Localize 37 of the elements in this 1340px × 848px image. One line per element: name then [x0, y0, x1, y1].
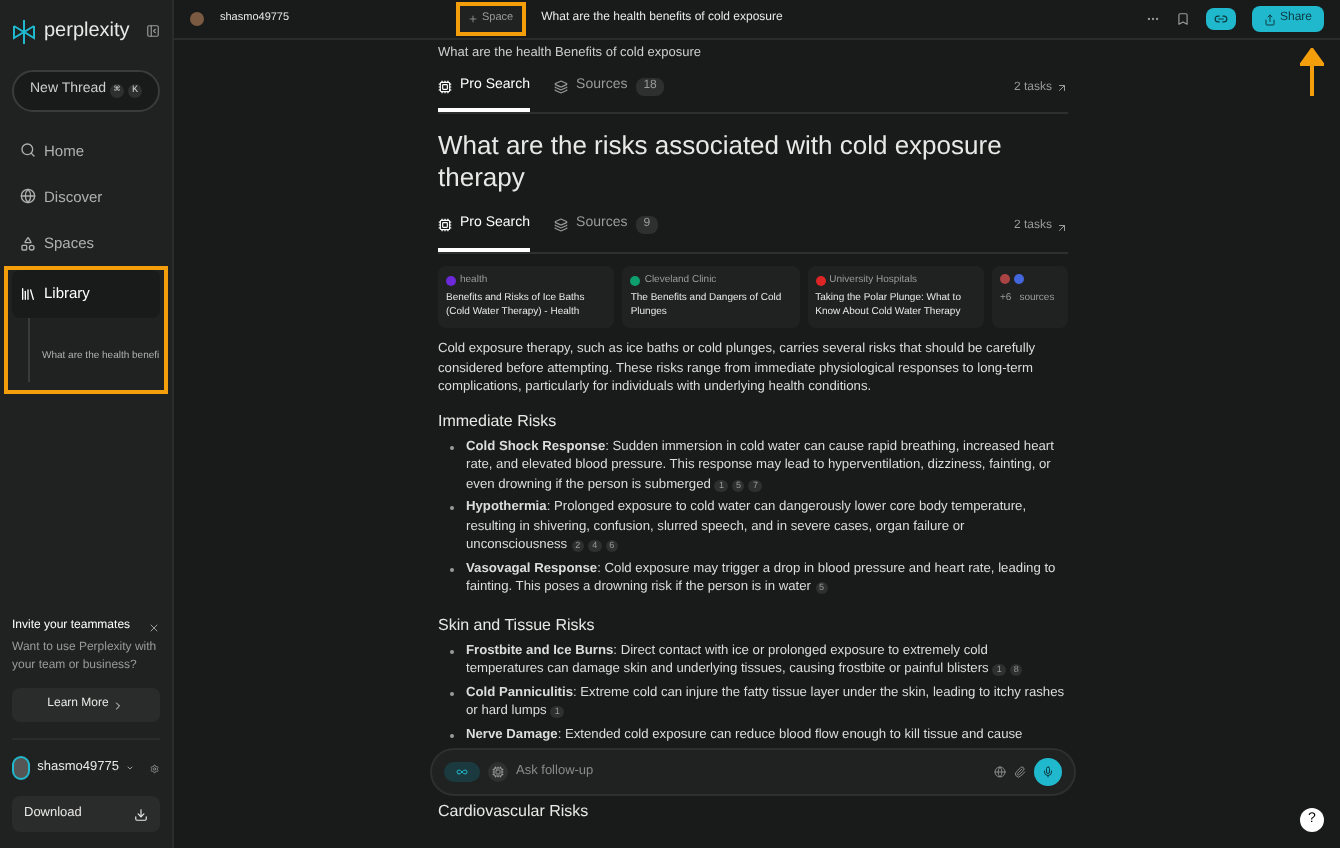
chevron-icon: [112, 699, 125, 712]
nav-icon: [20, 142, 36, 159]
section-heading: Skin and Tissue Risks: [438, 613, 597, 638]
logo-icon: [12, 19, 36, 43]
download-icon: [134, 807, 148, 822]
settings-icon[interactable]: [150, 761, 160, 776]
mode-button[interactable]: [444, 762, 480, 783]
layers-icon: [554, 79, 569, 93]
collapse-icon[interactable]: [146, 24, 160, 38]
close-icon[interactable]: [148, 621, 160, 634]
model-button[interactable]: [488, 762, 508, 783]
bookmark-icon[interactable]: [1175, 12, 1190, 26]
nav-icon: [20, 235, 36, 252]
chip-icon: [438, 218, 452, 232]
arrow-icon: [1056, 82, 1068, 94]
copy-link-button[interactable]: [1205, 8, 1236, 30]
plus-icon: [468, 14, 478, 24]
arrow-icon: [1056, 221, 1068, 233]
mic-icon: [1042, 766, 1054, 779]
globe-icon[interactable]: [994, 766, 1006, 779]
link-icon: [1213, 12, 1228, 26]
avatar: [190, 12, 204, 26]
section-heading: Cardiovascular Risks: [438, 800, 591, 825]
infinity-icon: [456, 766, 468, 779]
avatar: [12, 756, 30, 781]
section-heading: Immediate Risks: [438, 409, 559, 434]
share-icon: [1263, 13, 1276, 25]
thread-heading: What are the risks associated with cold exposure therapy: [438, 130, 1004, 195]
voice-button[interactable]: [1034, 758, 1062, 787]
nav-icon: [20, 188, 36, 205]
attach-icon[interactable]: [1014, 766, 1026, 779]
chip-icon: [492, 766, 504, 779]
chip-icon: [438, 79, 452, 93]
layers-icon: [554, 218, 569, 232]
logo-text: perplexity: [44, 18, 130, 46]
nav-icon: [20, 285, 36, 302]
more-icon[interactable]: [1145, 12, 1160, 26]
